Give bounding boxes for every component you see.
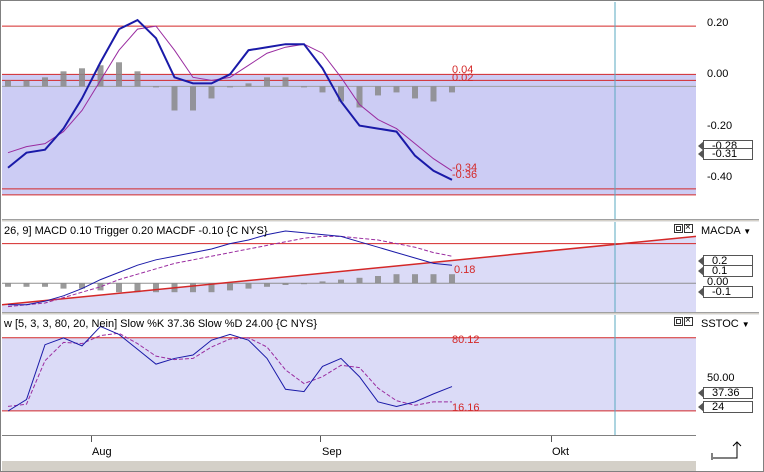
histogram-bar bbox=[393, 86, 400, 93]
histogram-bar bbox=[338, 279, 344, 284]
histogram-bar bbox=[190, 283, 196, 293]
x-tick-label: Sep bbox=[322, 446, 342, 458]
macd-scale[interactable]: MACDA ▼ 0.2 0.1 0.00 -0.1 bbox=[697, 222, 759, 312]
macd-indicator-name[interactable]: MACDA ▼ bbox=[701, 225, 751, 237]
histogram-bar bbox=[245, 83, 252, 87]
macd-line-label: 0.18 bbox=[454, 264, 476, 276]
histogram-bar bbox=[134, 71, 141, 87]
chevron-down-icon: ▼ bbox=[741, 320, 750, 329]
histogram-bar bbox=[208, 86, 215, 99]
y-tick: -0.40 bbox=[707, 171, 733, 183]
y-tick: 0.20 bbox=[707, 17, 729, 29]
histogram-bar bbox=[264, 77, 270, 87]
maximize-icon[interactable] bbox=[674, 224, 683, 233]
maximize-icon[interactable] bbox=[674, 317, 683, 326]
overbought-oversold-band bbox=[2, 337, 696, 411]
close-icon[interactable] bbox=[684, 315, 693, 326]
trend-band bbox=[2, 236, 696, 312]
histogram-bar bbox=[97, 283, 104, 291]
histogram-bar bbox=[301, 283, 307, 285]
histogram-bar bbox=[60, 71, 67, 87]
horizontal-scrollbar[interactable] bbox=[2, 461, 696, 471]
value-box: -0.1 bbox=[698, 286, 753, 298]
histogram-bar bbox=[23, 80, 30, 87]
resize-corner-icon[interactable] bbox=[709, 438, 743, 462]
price-pane[interactable]: 0.04 0.02 -0.34 -0.36 bbox=[2, 2, 696, 219]
x-tick-label: Okt bbox=[552, 446, 570, 458]
stochastic-header: w [5, 3, 3, 80, 20, Nein] Slow %K 37.36 … bbox=[4, 318, 318, 330]
histogram-bar bbox=[301, 86, 307, 88]
x-tick-label: Aug bbox=[92, 446, 112, 458]
histogram-bar bbox=[227, 86, 233, 88]
histogram-bar bbox=[42, 283, 48, 287]
value-box: 24 bbox=[698, 401, 753, 413]
histogram-bar bbox=[449, 86, 455, 93]
histogram-bar bbox=[282, 283, 289, 285]
pane-window-buttons bbox=[673, 222, 693, 236]
histogram-bar bbox=[430, 86, 437, 102]
histogram-bar bbox=[227, 283, 233, 291]
pane-window-buttons bbox=[673, 315, 693, 329]
histogram-bar bbox=[190, 86, 196, 111]
value-box: -0.31 bbox=[698, 148, 753, 160]
macd-header: 26, 9] MACD 0.10 Trigger 0.20 MACDF -0.1… bbox=[4, 225, 268, 237]
macd-pane[interactable]: 26, 9] MACD 0.10 Trigger 0.20 MACDF -0.1… bbox=[2, 222, 696, 312]
histogram-bar bbox=[245, 283, 252, 289]
price-chart[interactable] bbox=[2, 2, 696, 219]
histogram-bar bbox=[375, 276, 381, 284]
histogram-bar bbox=[116, 283, 122, 293]
y-tick: -0.20 bbox=[707, 120, 733, 132]
channel-band bbox=[2, 74, 696, 195]
time-axis[interactable]: Aug Sep Okt bbox=[2, 435, 696, 461]
close-icon[interactable] bbox=[684, 222, 693, 233]
histogram-bar bbox=[23, 283, 30, 287]
histogram-bar bbox=[60, 283, 67, 289]
histogram-bar bbox=[153, 86, 159, 88]
histogram-bar bbox=[430, 274, 437, 284]
histogram-bar bbox=[5, 283, 11, 287]
channel-label: 0.02 bbox=[452, 72, 474, 84]
histogram-bar bbox=[42, 77, 48, 87]
histogram-bar bbox=[412, 86, 418, 99]
y-tick: 50.00 bbox=[707, 372, 735, 384]
histogram-bar bbox=[375, 86, 381, 96]
chart-window: 0.04 0.02 -0.34 -0.36 0.20 0.00 -0.20 -0… bbox=[0, 0, 764, 472]
histogram-bar bbox=[282, 77, 289, 87]
stochastic-indicator-name[interactable]: SSTOC ▼ bbox=[701, 318, 750, 330]
upper-level-label: 80.12 bbox=[452, 334, 480, 346]
histogram-bar bbox=[5, 80, 11, 87]
x-tick-mark bbox=[320, 436, 321, 442]
chevron-down-icon: ▼ bbox=[743, 227, 752, 236]
channel-label: -0.36 bbox=[452, 169, 478, 181]
stochastic-chart[interactable] bbox=[2, 315, 696, 435]
histogram-bar bbox=[116, 62, 122, 87]
stochastic-pane[interactable]: w [5, 3, 3, 80, 20, Nein] Slow %K 37.36 … bbox=[2, 315, 696, 435]
histogram-bar bbox=[264, 283, 270, 287]
x-tick-mark bbox=[91, 436, 92, 442]
y-tick: 0.00 bbox=[707, 68, 729, 80]
histogram-bar bbox=[171, 86, 178, 111]
x-tick-mark bbox=[551, 436, 552, 442]
lower-level-label: 16.16 bbox=[452, 402, 480, 414]
histogram-bar bbox=[393, 274, 400, 284]
histogram-bar bbox=[319, 281, 326, 284]
histogram-bar bbox=[153, 283, 159, 293]
value-box: 37.36 bbox=[698, 387, 753, 399]
stochastic-scale[interactable]: SSTOC ▼ 50.00 37.36 24 bbox=[697, 315, 759, 435]
histogram-bar bbox=[319, 86, 326, 93]
price-scale[interactable]: 0.20 0.00 -0.20 -0.40 -0.28 -0.31 bbox=[697, 2, 759, 219]
histogram-bar bbox=[356, 277, 363, 284]
histogram-bar bbox=[412, 274, 418, 284]
histogram-bar bbox=[79, 68, 85, 87]
